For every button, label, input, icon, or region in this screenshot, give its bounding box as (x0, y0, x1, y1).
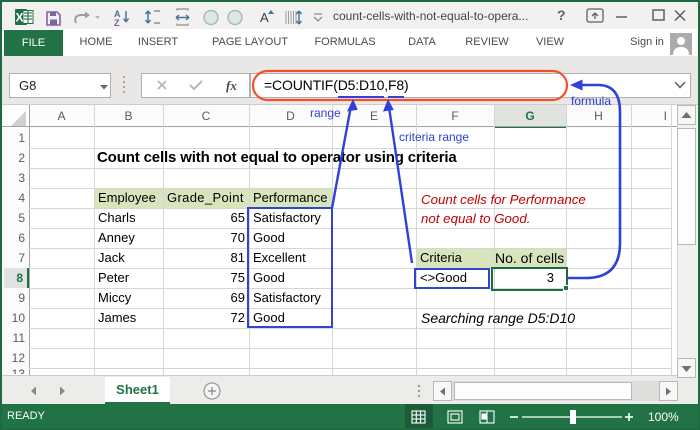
svg-text:fx: fx (226, 78, 237, 93)
svg-text:X: X (16, 11, 24, 25)
svg-text:criteria range: criteria range (399, 130, 469, 144)
svg-text:100%: 100% (648, 410, 679, 424)
svg-text:A: A (260, 10, 269, 25)
svg-text:Z: Z (114, 18, 120, 28)
svg-text:A: A (114, 9, 121, 19)
